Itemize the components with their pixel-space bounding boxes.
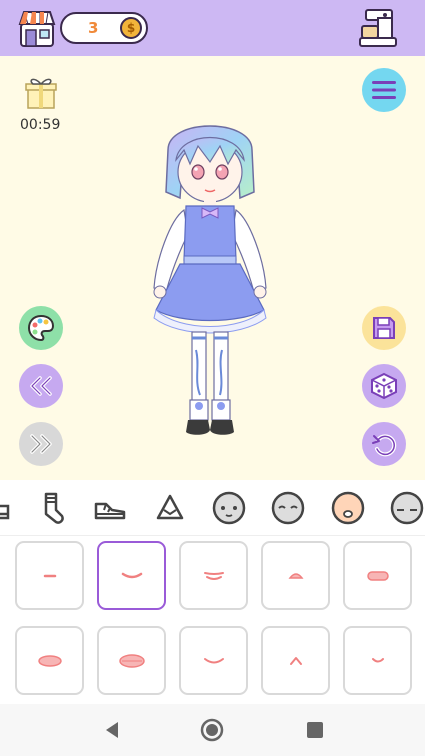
coin-count: 3 bbox=[88, 19, 99, 37]
floppy-disk-icon bbox=[373, 317, 395, 339]
mouth-option-big-open[interactable] bbox=[97, 626, 166, 695]
palette-button[interactable] bbox=[19, 306, 63, 350]
mouth-option-wide-smile[interactable] bbox=[179, 541, 248, 610]
palette-icon bbox=[27, 314, 55, 342]
dice-icon bbox=[371, 372, 397, 400]
coin-counter: 3 $ bbox=[60, 12, 148, 44]
undo-button[interactable] bbox=[362, 422, 406, 466]
shoe-partial-icon[interactable] bbox=[0, 490, 20, 526]
recents-icon[interactable] bbox=[303, 718, 327, 742]
mouth-option-tiny-smile[interactable] bbox=[343, 626, 412, 695]
mouth-option-small-open[interactable] bbox=[261, 541, 330, 610]
menu-button[interactable] bbox=[362, 68, 406, 112]
mouth-option-open-flat[interactable] bbox=[343, 541, 412, 610]
rewind-button[interactable] bbox=[19, 364, 63, 408]
coin-icon: $ bbox=[120, 17, 142, 39]
face-base-icon[interactable] bbox=[211, 490, 247, 526]
system-nav-bar bbox=[0, 704, 425, 756]
fast-forward-icon bbox=[30, 434, 52, 454]
mouth-face-icon[interactable] bbox=[330, 490, 366, 526]
item-grid bbox=[0, 536, 425, 704]
rewind-icon bbox=[30, 376, 52, 396]
mouth-option-gentle-smile[interactable] bbox=[179, 626, 248, 695]
sock-icon[interactable] bbox=[34, 490, 70, 526]
shop-icon[interactable] bbox=[18, 8, 56, 48]
forward-button[interactable] bbox=[19, 422, 63, 466]
mouth-option-caret[interactable] bbox=[261, 626, 330, 695]
hamburger-icon bbox=[372, 81, 396, 99]
bag-icon[interactable] bbox=[152, 490, 188, 526]
character-doll bbox=[140, 110, 280, 460]
top-bar: 3 $ bbox=[0, 0, 425, 56]
undo-icon bbox=[372, 434, 397, 457]
mouth-option-smile[interactable] bbox=[97, 541, 166, 610]
random-button[interactable] bbox=[362, 364, 406, 408]
save-button[interactable] bbox=[362, 306, 406, 350]
machine-icon[interactable] bbox=[358, 8, 398, 48]
category-bar bbox=[0, 480, 425, 536]
gift-icon[interactable] bbox=[24, 74, 58, 110]
mouth-option-small-line[interactable] bbox=[15, 541, 84, 610]
back-icon[interactable] bbox=[100, 718, 124, 742]
face-sleepy-icon[interactable] bbox=[389, 490, 425, 526]
countdown-timer: 00:59 bbox=[20, 117, 61, 133]
mouth-option-oval-open[interactable] bbox=[15, 626, 84, 695]
sneaker-icon[interactable] bbox=[92, 490, 128, 526]
face-closed-icon[interactable] bbox=[270, 490, 306, 526]
home-icon[interactable] bbox=[200, 718, 224, 742]
